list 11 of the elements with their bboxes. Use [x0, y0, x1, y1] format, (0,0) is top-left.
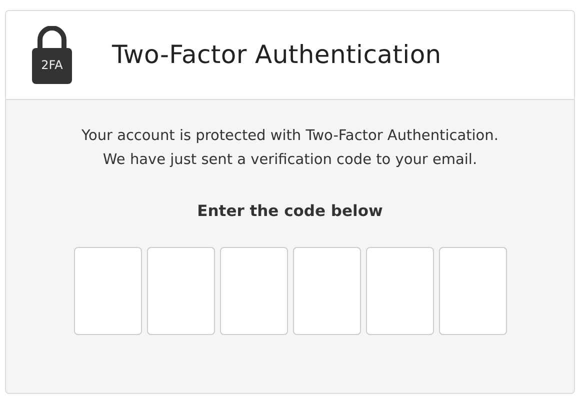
code-digit-field[interactable] — [292, 247, 360, 336]
code-digit-field[interactable] — [366, 247, 434, 336]
code-digit-field[interactable] — [74, 247, 142, 336]
card-title: Two-Factor Authentication — [112, 39, 442, 72]
code-digit-field[interactable] — [220, 247, 288, 336]
code-digit-field[interactable] — [146, 247, 214, 336]
icon-label: 2FA — [40, 59, 64, 71]
code-digit-field[interactable] — [438, 247, 506, 336]
prompt-text: Enter the code below — [196, 201, 384, 222]
message-line: Your account is protected with Two-Factor Authentication. — [82, 127, 498, 146]
message-line: We have just sent a verification code to your email. — [102, 151, 478, 170]
